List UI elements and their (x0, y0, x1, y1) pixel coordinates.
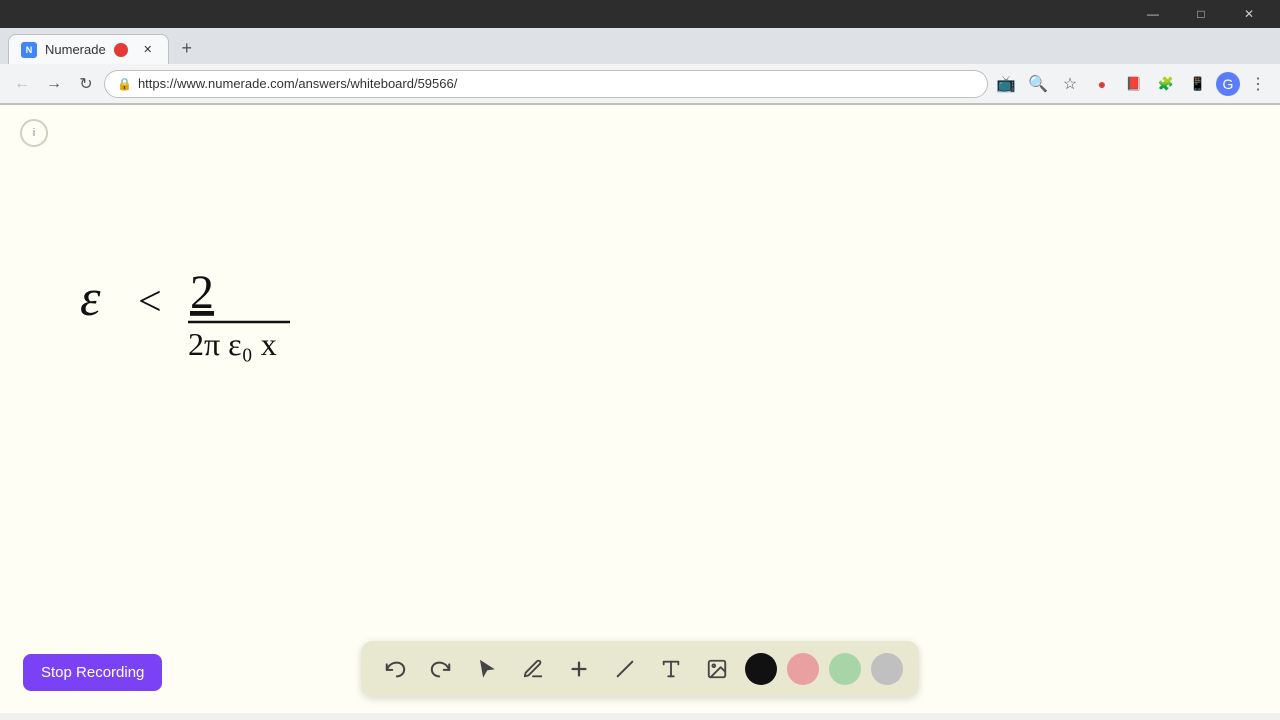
tab-favicon: N (21, 42, 37, 58)
browser-toolbar-icons: 📺 🔍 ☆ ● 📕 🧩 📱 G ⋮ (992, 70, 1272, 98)
extension1-button[interactable]: ● (1088, 70, 1116, 98)
bottom-toolbar (361, 641, 919, 697)
url-text: https://www.numerade.com/answers/whitebo… (138, 76, 975, 91)
line-tool-button[interactable] (607, 651, 643, 687)
maximize-button[interactable]: □ (1178, 0, 1224, 28)
navigation-toolbar: ← → ↻ 🔒 https://www.numerade.com/answers… (0, 64, 1280, 104)
stop-recording-button[interactable]: Stop Recording (23, 654, 162, 691)
add-tool-button[interactable] (561, 651, 597, 687)
formula-drawing: ε < 2 2π ε₀ x (80, 260, 330, 380)
address-bar[interactable]: 🔒 https://www.numerade.com/answers/white… (104, 70, 988, 98)
svg-text:ε: ε (80, 270, 101, 327)
browser-chrome: N Numerade ✕ + ← → ↻ 🔒 https://www.numer… (0, 28, 1280, 105)
tab-close-button[interactable]: ✕ (140, 42, 156, 58)
color-gray-swatch[interactable] (871, 653, 903, 685)
refresh-button[interactable]: ↻ (72, 70, 100, 98)
more-button[interactable]: ⋮ (1244, 70, 1272, 98)
forward-button[interactable]: → (40, 70, 68, 98)
image-tool-button[interactable] (699, 651, 735, 687)
undo-button[interactable] (377, 651, 413, 687)
extension3-button[interactable]: 🧩 (1152, 70, 1180, 98)
select-tool-button[interactable] (469, 651, 505, 687)
whiteboard-area: i ε < 2 2π ε₀ x (0, 105, 1280, 713)
indicator-circle: i (20, 119, 48, 147)
close-button[interactable]: ✕ (1226, 0, 1272, 28)
redo-button[interactable] (423, 651, 459, 687)
svg-text:2: 2 (190, 266, 214, 319)
cast-button[interactable]: 📺 (992, 70, 1020, 98)
color-black-swatch[interactable] (745, 653, 777, 685)
text-tool-button[interactable] (653, 651, 689, 687)
lock-icon: 🔒 (117, 77, 132, 91)
back-button[interactable]: ← (8, 70, 36, 98)
profile-button[interactable]: G (1216, 72, 1240, 96)
new-tab-button[interactable]: + (173, 34, 201, 62)
recording-indicator (114, 43, 128, 57)
bookmark-button[interactable]: ☆ (1056, 70, 1084, 98)
extension2-button[interactable]: 📕 (1120, 70, 1148, 98)
indicator-label: i (33, 127, 35, 139)
active-tab[interactable]: N Numerade ✕ (8, 34, 169, 64)
extension4-button[interactable]: 📱 (1184, 70, 1212, 98)
svg-text:<: < (138, 279, 162, 325)
tab-bar: N Numerade ✕ + (0, 28, 1280, 64)
search-button[interactable]: 🔍 (1024, 70, 1052, 98)
color-green-swatch[interactable] (829, 653, 861, 685)
window-title-bar: — □ ✕ (0, 0, 1280, 28)
minimize-button[interactable]: — (1130, 0, 1176, 28)
tab-label: Numerade (45, 42, 106, 57)
pen-tool-button[interactable] (515, 651, 551, 687)
color-pink-swatch[interactable] (787, 653, 819, 685)
svg-text:2π ε₀ x: 2π ε₀ x (188, 326, 277, 362)
